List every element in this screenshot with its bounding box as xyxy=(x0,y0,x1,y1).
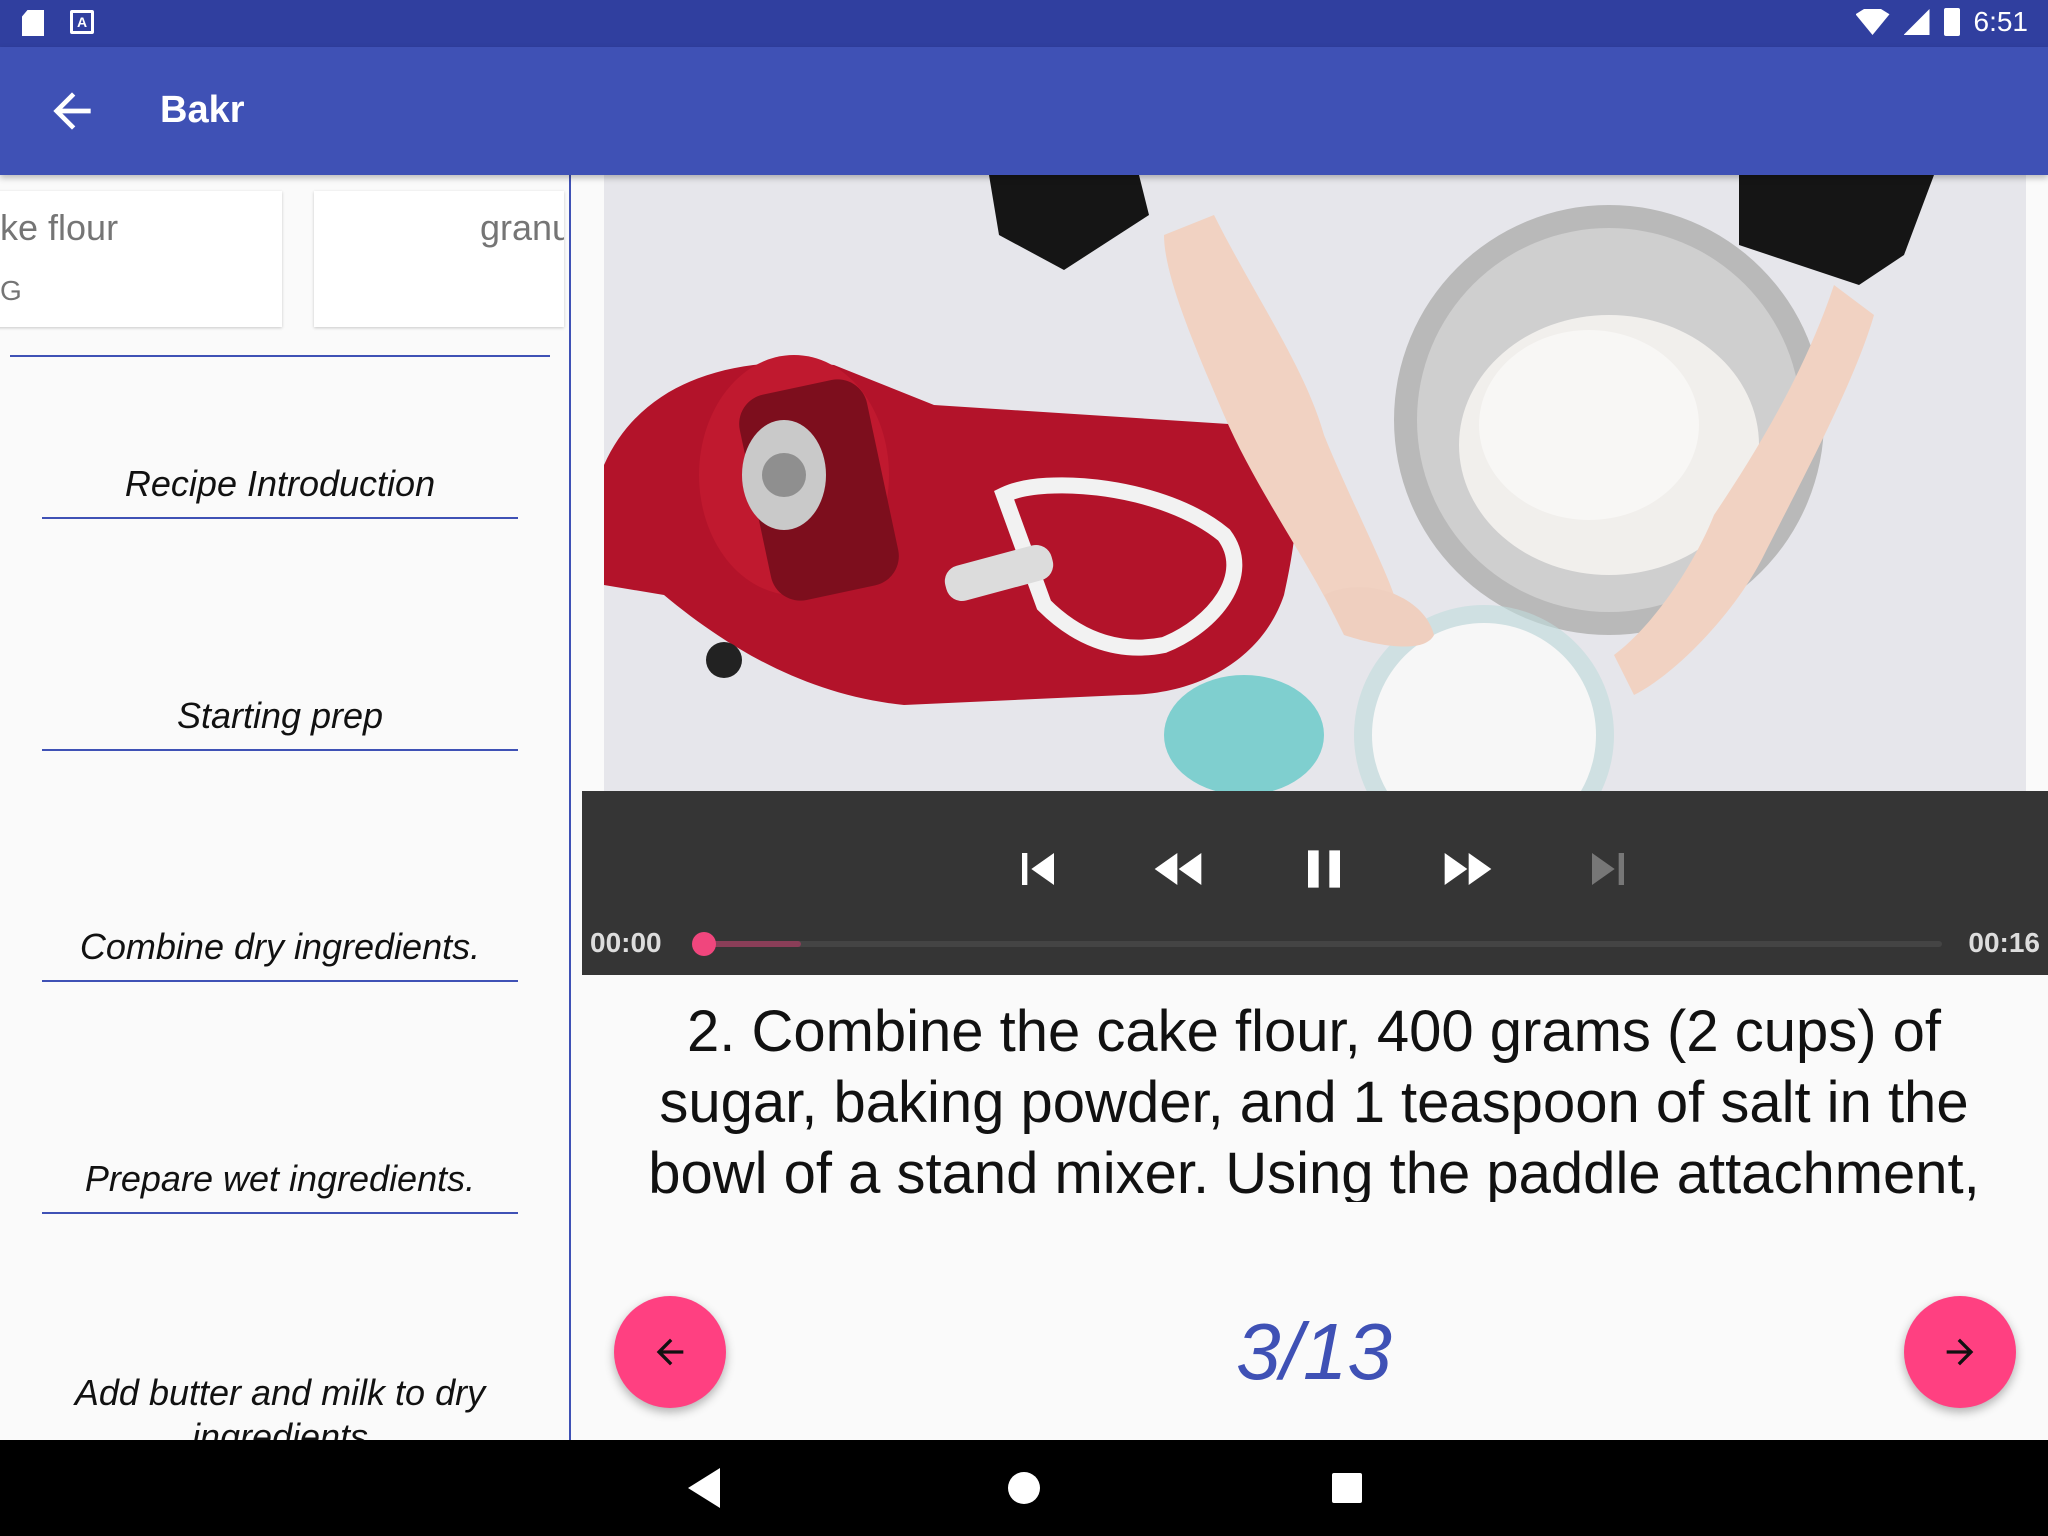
keyboard-a-icon: A xyxy=(70,10,94,34)
skip-previous-icon[interactable] xyxy=(1006,837,1070,901)
fast-forward-icon[interactable] xyxy=(1434,837,1498,901)
step-item[interactable]: Add butter and milk to dry ingredients xyxy=(42,1371,518,1440)
duration-time: 00:16 xyxy=(1968,927,2040,958)
status-time: 6:51 xyxy=(1973,6,2029,37)
app-bar: Bakr xyxy=(0,47,2048,175)
player-controls: 00:00 00:16 xyxy=(582,791,2048,975)
current-time: 00:00 xyxy=(590,927,662,958)
sd-card-icon xyxy=(22,10,44,36)
steps-sidebar[interactable]: ke flour G granu Recipe Introduction Sta… xyxy=(0,175,570,1440)
ingredient-card: granu xyxy=(314,191,564,327)
wifi-icon xyxy=(1855,9,1890,35)
nav-back-icon[interactable] xyxy=(684,1466,724,1510)
app-title: Bakr xyxy=(160,89,245,131)
previous-step-button[interactable] xyxy=(614,1296,726,1408)
arrow-left-icon xyxy=(656,1338,684,1366)
rewind-icon[interactable] xyxy=(1148,837,1212,901)
ingredient-name: ke flour xyxy=(0,207,119,248)
back-arrow-icon[interactable] xyxy=(44,83,100,139)
cell-signal-icon xyxy=(1903,9,1930,35)
seek-bar[interactable] xyxy=(692,932,1942,956)
buffered-bar xyxy=(702,941,801,947)
pause-icon[interactable] xyxy=(1292,837,1356,901)
step-item[interactable]: Starting prep xyxy=(42,695,518,751)
video-scene xyxy=(604,175,2026,791)
battery-charging-icon xyxy=(1943,8,1960,36)
next-step-button[interactable] xyxy=(1904,1296,2016,1408)
arrow-right-icon xyxy=(1946,1338,1974,1366)
video-frame[interactable] xyxy=(604,175,2026,791)
nav-recents-icon[interactable] xyxy=(1332,1466,1362,1510)
status-bar: A 6:51 xyxy=(0,0,2048,47)
step-item[interactable]: Prepare wet ingredients. xyxy=(42,1158,518,1214)
nav-home-icon[interactable] xyxy=(1006,1466,1042,1510)
pane-divider xyxy=(569,175,571,1440)
ingredient-quantity: G xyxy=(0,275,22,306)
skip-next-icon[interactable] xyxy=(1576,837,1640,901)
system-nav-bar xyxy=(0,1440,2048,1536)
ingredient-name: granu xyxy=(480,207,564,248)
seek-thumb[interactable] xyxy=(692,932,716,956)
step-item[interactable]: Combine dry ingredients. xyxy=(42,926,518,982)
step-counter: 3/13 xyxy=(1236,1307,1392,1396)
ingredient-card: ke flour G xyxy=(0,191,282,327)
ingredients-divider xyxy=(10,355,550,357)
step-item[interactable]: Recipe Introduction xyxy=(42,463,518,519)
step-description: 2. Combine the cake flour, 400 grams (2 … xyxy=(648,999,1980,1202)
